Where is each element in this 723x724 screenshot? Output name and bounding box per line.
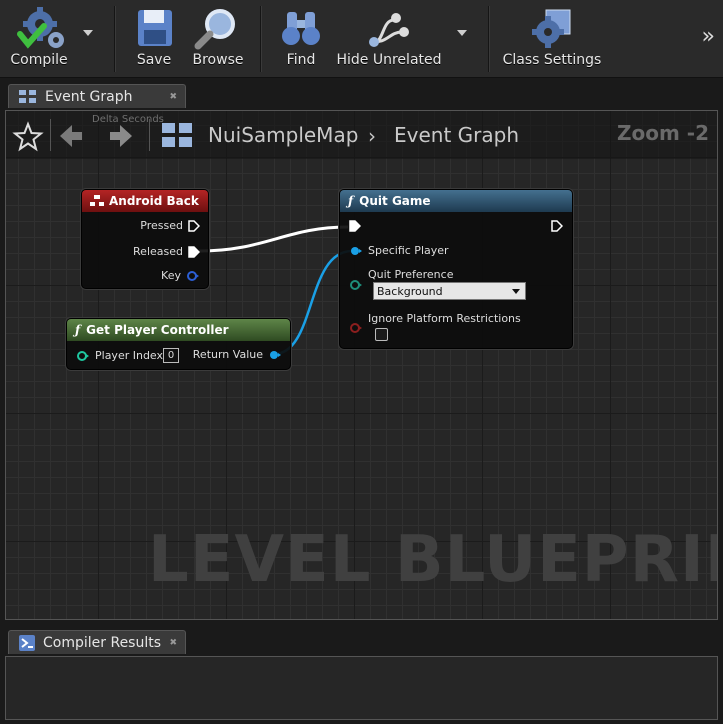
find-label: Find (286, 52, 316, 68)
toolbar-separator (260, 6, 261, 72)
return-value-label: Return Value (192, 348, 263, 361)
hide-unrelated-options-caret[interactable] (457, 30, 467, 36)
key-pin[interactable]: Key (161, 269, 200, 282)
ignore-platform-checkbox[interactable] (375, 328, 388, 341)
int-pin-icon[interactable] (76, 350, 90, 362)
chevron-down-icon (512, 289, 520, 294)
key-label: Key (161, 269, 181, 282)
quit-game-header: ƒ Quit Game (340, 190, 572, 212)
player-index-pin[interactable]: Player Index (76, 349, 163, 362)
settings-gear-icon (532, 9, 571, 48)
tab-event-graph[interactable]: Event Graph ✖ (8, 84, 186, 108)
find-button[interactable]: Find (276, 4, 326, 74)
object-pin-icon[interactable] (349, 245, 363, 257)
binoculars-icon (282, 12, 320, 45)
compile-options-caret[interactable] (83, 30, 93, 36)
tab-compiler-results[interactable]: Compiler Results ✖ (8, 630, 186, 654)
android-back-title: Android Back (109, 194, 199, 208)
key-pin-icon[interactable] (186, 270, 200, 282)
quit-preference-value: Background (377, 284, 443, 298)
node-link-icon (369, 13, 409, 47)
quit-game-title: Quit Game (359, 194, 431, 208)
browse-button[interactable]: Browse (190, 4, 246, 74)
specific-player-pin[interactable]: Specific Player (349, 244, 449, 257)
get-player-controller-node[interactable]: ƒ Get Player Controller Player Index 0 R… (66, 318, 291, 370)
compile-button[interactable]: Compile (8, 4, 70, 74)
player-index-input[interactable]: 0 (163, 348, 179, 363)
quit-preference-label: Quit Preference (368, 268, 454, 281)
toolbar-overflow-button[interactable]: » (702, 26, 715, 48)
object-pin-icon[interactable] (268, 349, 282, 361)
get-player-controller-title: Get Player Controller (86, 323, 229, 337)
compiler-results-panel (5, 656, 718, 720)
function-icon: ƒ (75, 323, 81, 337)
floppy-disk-icon (138, 10, 172, 46)
ignore-platform-label: Ignore Platform Restrictions (368, 312, 521, 325)
class-settings-button[interactable]: Class Settings (500, 4, 604, 74)
enum-pin-icon[interactable] (349, 279, 363, 291)
exec-pin-icon[interactable] (188, 219, 200, 232)
class-settings-label: Class Settings (502, 52, 602, 68)
toolbar-separator (488, 6, 489, 72)
compile-label: Compile (10, 52, 68, 68)
quit-game-node[interactable]: ƒ Quit Game Specific Player Quit Prefere… (339, 189, 573, 349)
gear-icon (17, 7, 64, 49)
get-player-controller-header: ƒ Get Player Controller (67, 319, 290, 341)
magnifier-icon (194, 9, 235, 50)
browse-label: Browse (192, 52, 244, 68)
exec-in-pin-icon[interactable] (349, 220, 361, 232)
pressed-label: Pressed (140, 219, 183, 232)
return-value-pin[interactable]: Return Value (193, 348, 282, 361)
released-label: Released (133, 245, 183, 258)
tab-compiler-results-title: Compiler Results (43, 634, 162, 651)
specific-player-label: Specific Player (368, 244, 449, 257)
android-back-header: Android Back (82, 190, 208, 212)
toolbar: Compile Save Browse Find Hide Unrelated … (0, 0, 723, 78)
graph-canvas[interactable]: Delta Seconds NuiSampleMap › Event Graph… (5, 110, 718, 620)
compiler-results-icon (19, 634, 35, 651)
close-tab-icon[interactable]: ✖ (169, 638, 177, 648)
released-pin[interactable]: Released (133, 245, 200, 258)
tab-event-graph-title: Event Graph (45, 88, 133, 105)
bool-pin-icon[interactable] (349, 322, 363, 334)
exec-pin-icon[interactable] (188, 245, 200, 258)
pressed-pin[interactable]: Pressed (140, 219, 200, 232)
graph-icon (19, 89, 36, 103)
quit-preference-dropdown[interactable]: Background (373, 282, 526, 300)
save-label: Save (136, 52, 172, 68)
close-tab-icon[interactable]: ✖ (169, 92, 177, 102)
android-back-node[interactable]: Android Back Pressed Released Key (81, 189, 209, 289)
event-icon (90, 195, 104, 206)
exec-wire[interactable] (198, 225, 349, 253)
hide-unrelated-button[interactable]: Hide Unrelated (337, 4, 442, 74)
toolbar-separator (114, 6, 115, 72)
player-index-label: Player Index (95, 349, 164, 362)
exec-out-pin-icon[interactable] (551, 220, 563, 232)
function-icon: ƒ (348, 194, 354, 208)
hide-unrelated-label: Hide Unrelated (336, 52, 442, 68)
save-button[interactable]: Save (128, 4, 180, 74)
